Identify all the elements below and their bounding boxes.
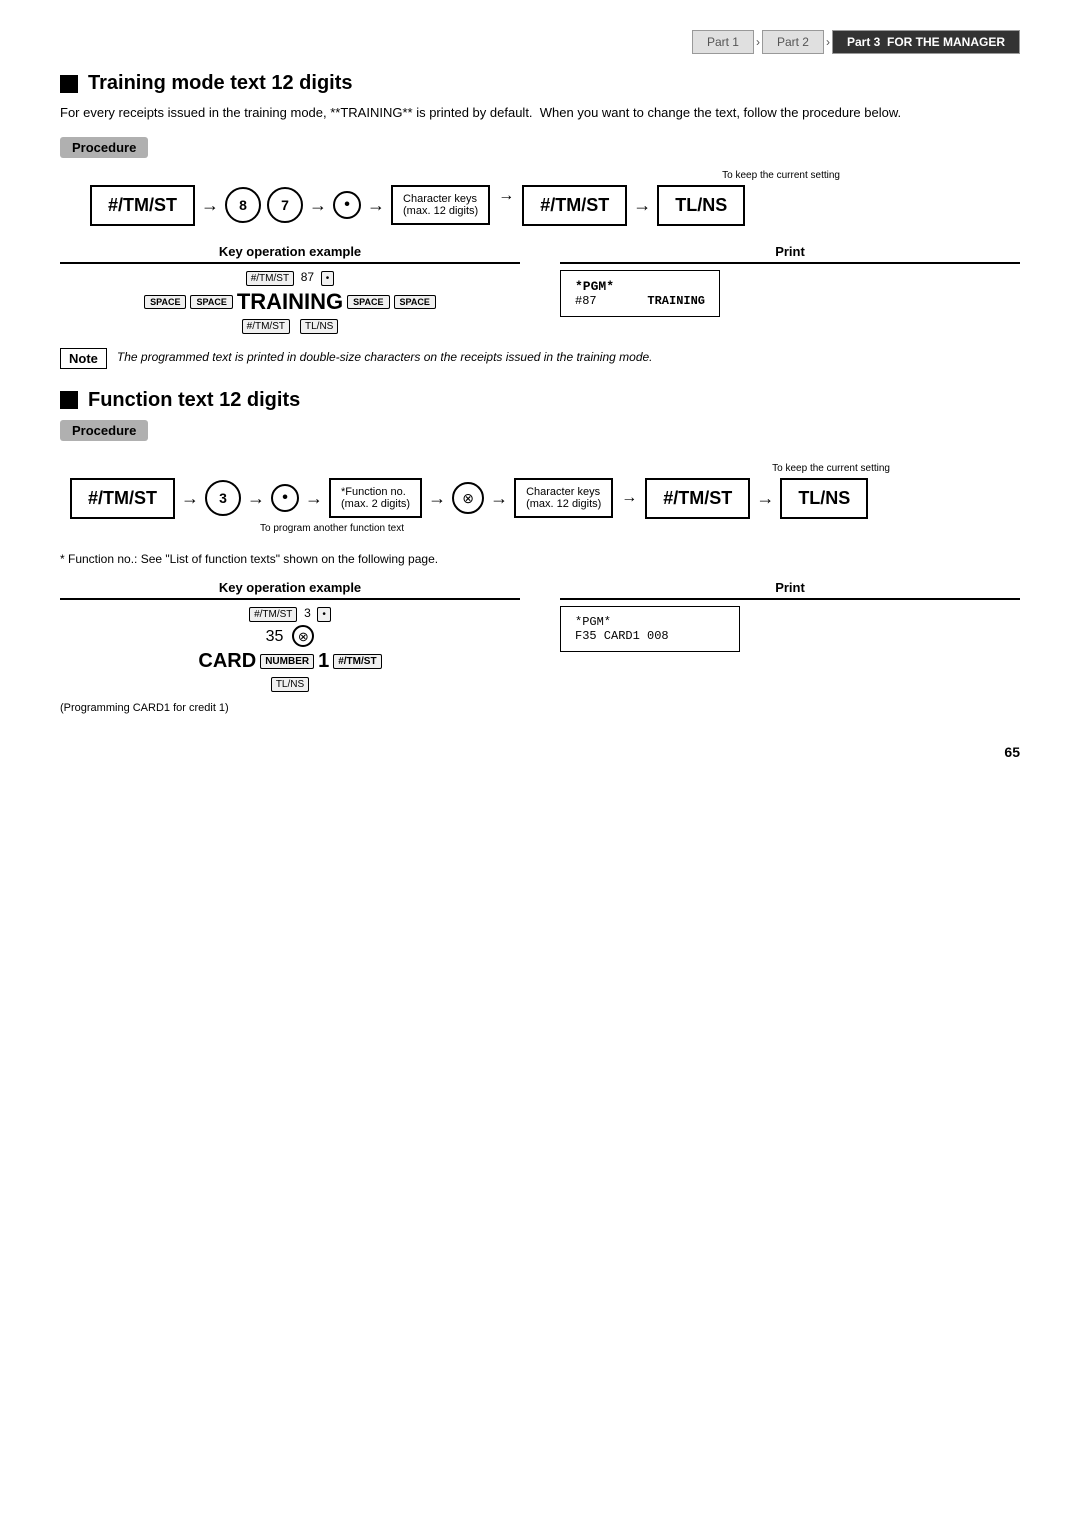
diagram2-annotation-bottom: To program another function text [260, 523, 1020, 534]
key-op-header-2: Key operation example [60, 580, 520, 600]
flow-arrow-1: → [201, 195, 219, 216]
print-data-1: #87 TRAINING [575, 294, 705, 308]
note-label: Note [60, 348, 107, 369]
part-tabs: Part 1 › Part 2 › Part 3 FOR THE MANAGER [692, 30, 1020, 54]
flow-arrow-9: → [428, 488, 446, 509]
part3-tab: Part 3 FOR THE MANAGER [832, 30, 1020, 54]
print-header-2: Print [560, 580, 1020, 600]
part1-tab: Part 1 [692, 30, 754, 54]
flow-7: 7 [267, 187, 303, 223]
flow-arrow-6: → [181, 488, 199, 509]
flow-arrow-8: → [305, 488, 323, 509]
caption: (Programming CARD1 for credit 1) [60, 702, 520, 714]
flow-arrow-10: → [490, 488, 508, 509]
footnote: * Function no.: See "List of function te… [60, 552, 1020, 566]
flow-cross: ⊗ [452, 482, 484, 514]
print-num-2: 008 [647, 629, 669, 643]
flow-arrow-12: → [756, 488, 774, 509]
note-text: The programmed text is printed in double… [117, 348, 653, 366]
part2-tab: Part 2 [762, 30, 824, 54]
flow-tmst-2: #/TM/ST [522, 185, 627, 226]
flow-arrow-2: → [309, 195, 327, 216]
page-number: 65 [60, 744, 1020, 760]
section2-title: Function text 12 digits [60, 389, 1020, 412]
flow-arrow-7: → [247, 488, 265, 509]
print-box-2: *PGM* F35 CARD1 008 [560, 606, 740, 652]
key-op-line1: #/TM/ST 87 • [246, 270, 335, 286]
header-bar: Part 1 › Part 2 › Part 3 FOR THE MANAGER [60, 30, 1020, 54]
flow-charkeys-1: Character keys(max. 12 digits) [391, 185, 490, 225]
print-pgm-2: *PGM* [575, 615, 725, 629]
key-op2-line4: TL/NS [271, 676, 309, 692]
section2-title-text: Function text 12 digits [88, 389, 300, 412]
flow-dot-2: • [271, 484, 299, 512]
flow-arrow-11: → [621, 489, 637, 507]
print-num-1: #87 [575, 294, 597, 308]
key-op2-card-row: CARD NUMBER 1 #/TM/ST [198, 650, 381, 673]
print-box-1: *PGM* #87 TRAINING [560, 270, 720, 317]
key-op2-line1: #/TM/ST 3 • [249, 606, 331, 622]
section1-bullet [60, 75, 78, 93]
flow-arrow-3: → [367, 195, 385, 216]
part-arrow-2: › [824, 35, 832, 49]
flow-tmst-4: #/TM/ST [645, 478, 750, 519]
examples-row-1: Key operation example #/TM/ST 87 • SPACE… [60, 244, 1020, 334]
diagram2-annotation-top: To keep the current setting [772, 463, 890, 474]
key-op-training-row: SPACE SPACE TRAINING SPACE SPACE [144, 289, 436, 315]
print-pgm-1: *PGM* [575, 279, 705, 294]
key-op2-line2: 35 ⊗ [266, 625, 315, 647]
section1-title-text: Training mode text 12 digits [88, 72, 353, 95]
diagram1-annotation-top: To keep the current setting [722, 170, 840, 181]
print-header-1: Print [560, 244, 1020, 264]
print-col-1: Print *PGM* #87 TRAINING [560, 244, 1020, 334]
print-val-1: TRAINING [647, 294, 705, 308]
key-op-header-1: Key operation example [60, 244, 520, 264]
key-op-col-1: Key operation example #/TM/ST 87 • SPACE… [60, 244, 520, 334]
flow-funcno: *Function no.(max. 2 digits) [329, 478, 422, 518]
diagram2: To keep the current setting #/TM/ST → 3 … [60, 463, 1020, 534]
print-card: F35 CARD1 [575, 629, 640, 643]
part-arrow-1: › [754, 35, 762, 49]
flow-arrow-5: → [633, 195, 651, 216]
flow-3: 3 [205, 480, 241, 516]
key-op-line3: #/TM/ST TL/NS [242, 318, 339, 334]
flow-tlns-2: TL/NS [780, 478, 868, 519]
print-col-2: Print *PGM* F35 CARD1 008 [560, 580, 1020, 714]
note-box: Note The programmed text is printed in d… [60, 348, 1020, 369]
section1-title: Training mode text 12 digits [60, 72, 1020, 95]
procedure-badge-1: Procedure [60, 137, 1020, 170]
key-op-col-2: Key operation example #/TM/ST 3 • 35 ⊗ C… [60, 580, 520, 714]
flow-arrow-4: → [498, 187, 514, 223]
key-op-content-2: #/TM/ST 3 • 35 ⊗ CARD NUMBER 1 #/TM/ST T… [60, 606, 520, 692]
diagram1: To keep the current setting #/TM/ST → 8 … [60, 170, 1020, 226]
flow-charkeys-2: Character keys(max. 12 digits) [514, 478, 613, 518]
key-op-content-1: #/TM/ST 87 • SPACE SPACE TRAINING SPACE … [60, 270, 520, 334]
flow-dot-1: • [333, 191, 361, 219]
flow-tmst-1: #/TM/ST [90, 185, 195, 226]
flow-tmst-3: #/TM/ST [70, 478, 175, 519]
examples-row-2: Key operation example #/TM/ST 3 • 35 ⊗ C… [60, 580, 1020, 714]
section1-body: For every receipts issued in the trainin… [60, 103, 1020, 123]
procedure-badge-2: Procedure [60, 420, 1020, 453]
diagram1-flow: #/TM/ST → 8 7 → • → Character keys(max. … [60, 185, 1020, 226]
flow-8: 8 [225, 187, 261, 223]
print-data-2: F35 CARD1 008 [575, 629, 725, 643]
section2-bullet [60, 391, 78, 409]
flow-tlns-1: TL/NS [657, 185, 745, 226]
diagram2-flow: #/TM/ST → 3 → • → *Function no.(max. 2 d… [60, 478, 1020, 519]
